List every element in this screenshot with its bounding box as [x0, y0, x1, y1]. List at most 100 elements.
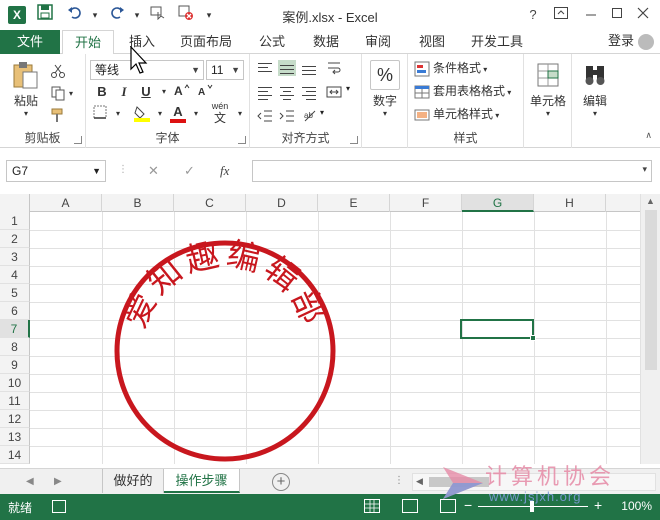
italic-button[interactable]: I [114, 82, 134, 102]
align-bottom-icon[interactable] [300, 60, 318, 76]
column-header-partial[interactable] [606, 194, 640, 212]
scrollbar-thumb[interactable] [429, 477, 489, 487]
cells-button[interactable]: 单元格 ▾ [528, 60, 568, 118]
column-header[interactable]: F [390, 194, 462, 212]
save-icon[interactable] [34, 4, 56, 26]
row-header[interactable]: 6 [0, 302, 30, 320]
fill-color-dropdown-icon[interactable]: ▾ [150, 104, 170, 124]
alignment-launcher-icon[interactable] [350, 136, 358, 144]
touch-mode-icon[interactable] [146, 4, 168, 26]
select-all-button[interactable] [0, 194, 30, 212]
editing-button[interactable]: 编辑 ▾ [574, 60, 616, 118]
tab-view[interactable]: 视图 [410, 30, 454, 54]
wrap-text-icon[interactable] [326, 60, 344, 76]
clear-format-icon[interactable] [174, 4, 196, 26]
row-header[interactable]: 4 [0, 266, 30, 284]
scroll-left-icon[interactable]: ◀ [416, 476, 423, 487]
format-painter-button[interactable] [50, 104, 69, 124]
minimize-icon[interactable] [580, 4, 602, 26]
font-launcher-icon[interactable] [238, 136, 246, 144]
insert-function-icon[interactable]: fx [220, 160, 229, 182]
borders-icon[interactable] [90, 104, 110, 124]
underline-dropdown-icon[interactable]: ▾ [154, 82, 174, 102]
maximize-icon[interactable] [606, 4, 628, 26]
paste-dropdown-icon[interactable]: ▾ [6, 109, 46, 118]
row-header[interactable]: 10 [0, 374, 30, 392]
row-header-selected[interactable]: 7 [0, 320, 30, 338]
zoom-level[interactable]: 100% [621, 499, 652, 513]
ribbon-display-options-icon[interactable] [550, 4, 572, 26]
expand-formula-bar-icon[interactable]: ▾ [642, 164, 647, 175]
align-middle-icon[interactable] [278, 60, 296, 76]
bold-button[interactable]: B [92, 82, 112, 102]
row-header[interactable]: 14 [0, 446, 30, 464]
font-name-select[interactable]: 等线 ▼ [90, 60, 204, 80]
cell-styles-button[interactable]: 单元格样式 ▾ [414, 104, 499, 124]
scroll-up-icon[interactable]: ▲ [646, 196, 655, 206]
font-color-dropdown-icon[interactable]: ▾ [186, 104, 206, 124]
tab-file[interactable]: 文件 [0, 30, 60, 54]
next-sheet-icon[interactable]: ▶ [54, 469, 62, 495]
tab-review[interactable]: 审阅 [356, 30, 400, 54]
increase-font-icon[interactable]: A [172, 82, 192, 102]
macro-record-icon[interactable] [52, 500, 66, 513]
column-header-selected[interactable]: G [462, 194, 534, 212]
sheet-tab[interactable]: 做好的 [102, 469, 164, 493]
row-header[interactable]: 8 [0, 338, 30, 356]
redo-icon[interactable] [106, 4, 128, 26]
add-sheet-button[interactable]: + [272, 473, 290, 491]
name-box[interactable]: G7 ▼ [6, 160, 106, 182]
tab-insert[interactable]: 插入 [118, 30, 166, 54]
undo-icon[interactable] [64, 4, 86, 26]
tab-data[interactable]: 数据 [304, 30, 348, 54]
column-header[interactable]: E [318, 194, 390, 212]
align-right-icon[interactable] [300, 84, 318, 100]
fill-color-icon[interactable] [132, 104, 152, 124]
tab-page-layout[interactable]: 页面布局 [172, 30, 240, 54]
zoom-out-button[interactable]: − [464, 497, 472, 513]
account-avatar-icon[interactable] [638, 34, 654, 50]
orientation-dropdown-icon[interactable]: ▾ [320, 108, 338, 124]
format-as-table-button[interactable]: 套用表格格式 ▾ [414, 81, 511, 101]
row-header[interactable]: 12 [0, 410, 30, 428]
column-header[interactable]: D [246, 194, 318, 212]
number-format-button[interactable]: % 数字 ▾ [366, 60, 404, 118]
tab-split-grip-icon[interactable]: ⋮ [394, 475, 404, 486]
row-header[interactable]: 2 [0, 230, 30, 248]
row-header[interactable]: 9 [0, 356, 30, 374]
row-header[interactable]: 11 [0, 392, 30, 410]
sheet-tab-active[interactable]: 操作步骤 [164, 469, 240, 493]
collapse-ribbon-icon[interactable]: ∧ [645, 130, 652, 141]
row-header[interactable]: 5 [0, 284, 30, 302]
decrease-indent-icon[interactable] [256, 108, 274, 124]
decrease-font-icon[interactable]: A [196, 82, 216, 102]
font-size-select[interactable]: 11 ▼ [206, 60, 244, 80]
column-header[interactable]: A [30, 194, 102, 212]
previous-sheet-icon[interactable]: ◀ [26, 469, 34, 495]
copy-button[interactable]: ▾ [50, 82, 73, 102]
normal-view-icon[interactable] [364, 499, 380, 513]
align-top-icon[interactable] [256, 60, 274, 76]
cancel-entry-icon[interactable]: ✕ [148, 160, 159, 182]
column-header[interactable]: H [534, 194, 606, 212]
page-layout-view-icon[interactable] [402, 499, 418, 513]
font-color-button[interactable]: A [168, 102, 188, 123]
row-header[interactable]: 3 [0, 248, 30, 266]
close-icon[interactable] [632, 4, 654, 26]
login-link[interactable]: 登录 [608, 30, 634, 52]
redo-dropdown-icon[interactable]: ▾ [126, 4, 148, 26]
increase-indent-icon[interactable] [278, 108, 296, 124]
phonetic-dropdown-icon[interactable]: ▾ [230, 104, 250, 124]
zoom-in-button[interactable]: + [594, 497, 602, 513]
fill-handle[interactable] [530, 335, 536, 341]
conditional-formatting-button[interactable]: 条件格式 ▾ [414, 58, 487, 78]
cut-button[interactable] [50, 60, 69, 80]
row-header[interactable]: 1 [0, 212, 30, 230]
tab-formulas[interactable]: 公式 [250, 30, 294, 54]
merge-center-icon[interactable] [326, 84, 344, 100]
customize-quick-access-icon[interactable]: ▾ [198, 4, 220, 26]
row-header[interactable]: 13 [0, 428, 30, 446]
column-header[interactable]: B [102, 194, 174, 212]
tab-home[interactable]: 开始 [62, 30, 114, 55]
align-left-icon[interactable] [256, 84, 274, 100]
